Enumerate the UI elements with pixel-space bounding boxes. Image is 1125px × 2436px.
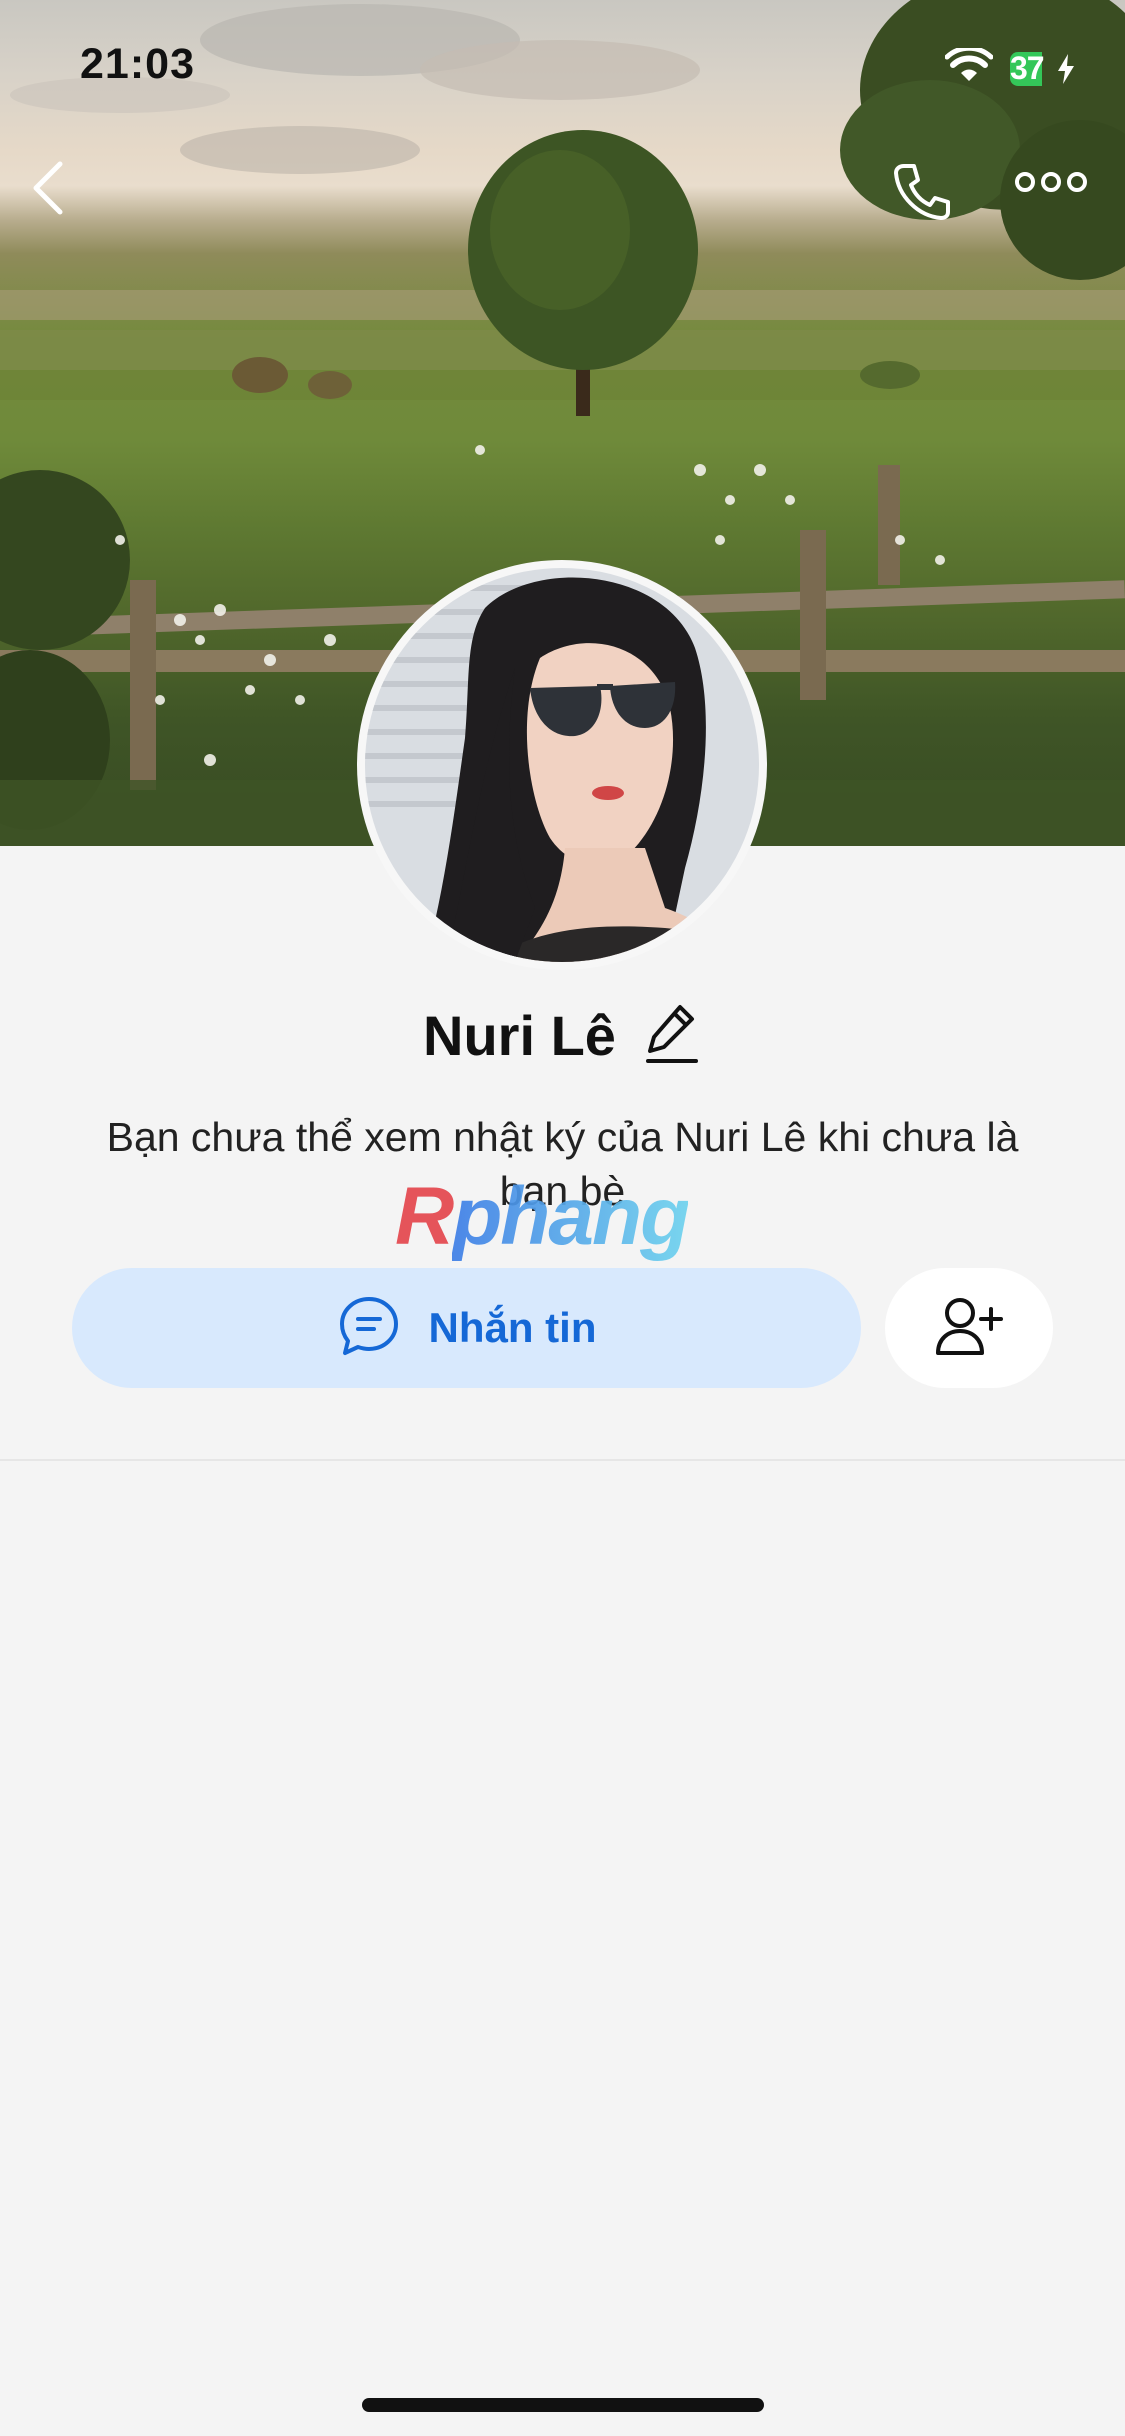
section-divider [0, 1459, 1125, 1461]
add-friend-button[interactable] [885, 1268, 1053, 1388]
more-button[interactable] [1015, 170, 1105, 230]
back-button[interactable] [30, 160, 100, 240]
call-button[interactable] [890, 160, 970, 240]
avatar[interactable] [357, 560, 767, 970]
watermark-rest: phang [452, 1171, 690, 1262]
profile-name: Nuri Lê [423, 1003, 616, 1067]
avatar-photo [365, 568, 759, 962]
watermark-logo: Rphang [395, 1170, 690, 1264]
profile-screen: 21:03 37 Nuri Lê Bạn chưa thể xem nhật k… [0, 0, 1125, 2436]
message-label: Nhắn tin [428, 1304, 597, 1351]
status-time: 21:03 [80, 40, 195, 88]
add-friend-icon [934, 1295, 1004, 1362]
battery-charging-icon: 37 [1010, 50, 1074, 86]
battery-percentage: 37 [1010, 50, 1045, 86]
home-indicator[interactable] [362, 2398, 764, 2412]
edit-name-button[interactable] [642, 1000, 702, 1070]
message-button[interactable]: Nhắn tin [72, 1268, 861, 1388]
watermark-first-letter: R [395, 1171, 454, 1262]
chat-bubble-icon [337, 1294, 401, 1363]
pencil-icon [644, 1001, 700, 1070]
profile-name-row: Nuri Lê [0, 990, 1125, 1080]
